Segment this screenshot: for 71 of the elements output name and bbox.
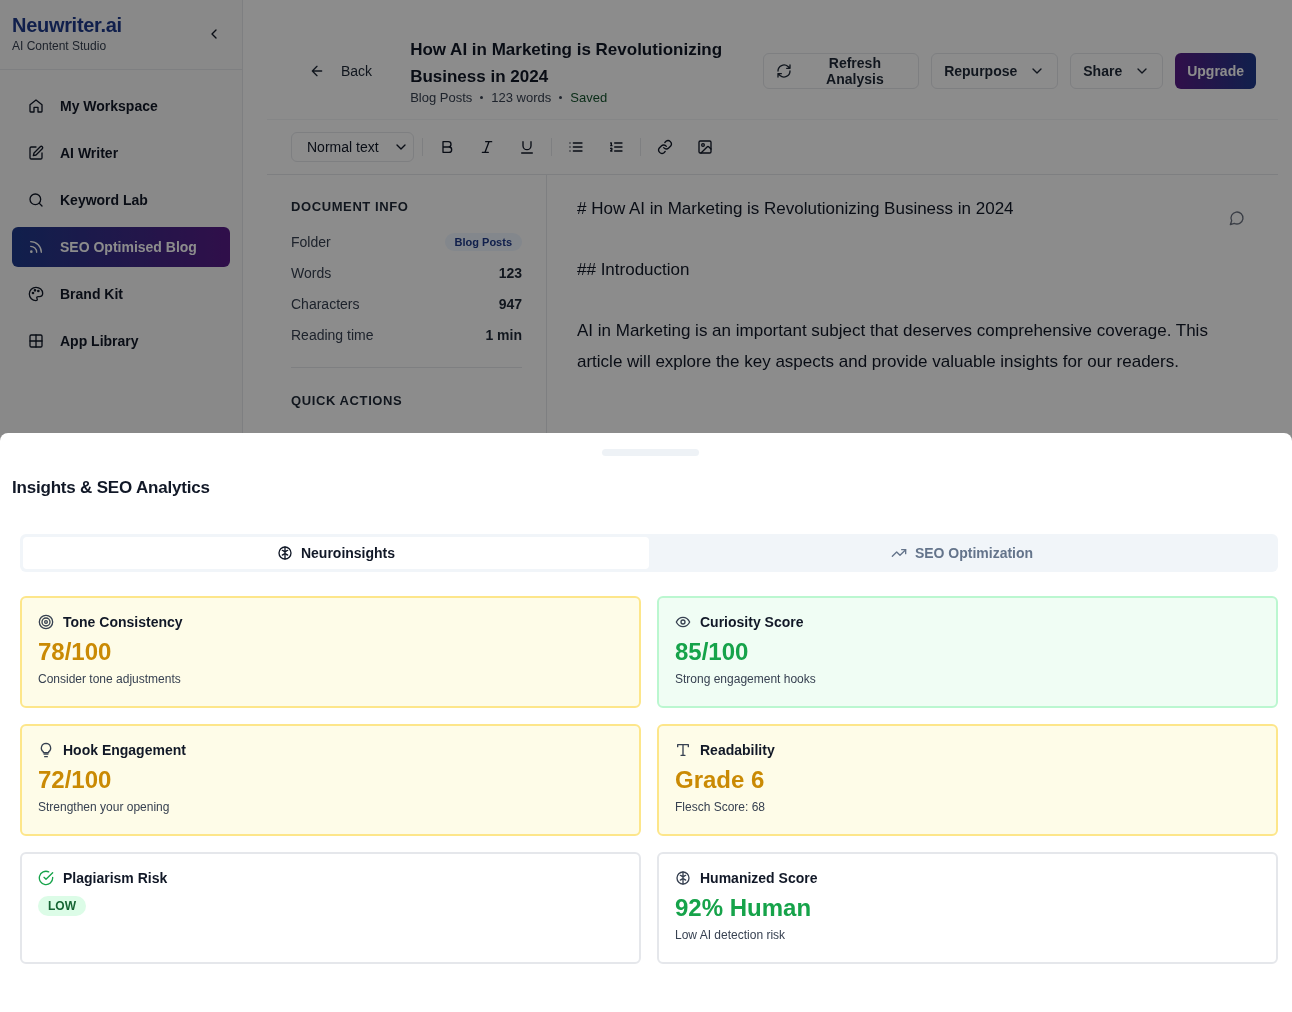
speech-bubble-icon	[1229, 210, 1245, 226]
brand-tagline: AI Content Studio	[12, 39, 108, 53]
palette-icon	[28, 286, 44, 302]
info-label: Folder	[291, 233, 331, 250]
tab[interactable]: Neuroinsights	[23, 537, 649, 569]
card-title: Hook Engagement	[63, 742, 186, 758]
section-heading: QUICK ACTIONS	[291, 393, 404, 408]
score-value: 92% Human	[675, 894, 813, 922]
tab[interactable]: SEO Optimization	[649, 537, 1275, 569]
home-icon	[28, 98, 44, 114]
target-icon	[38, 614, 54, 630]
card-title: Readability	[700, 742, 775, 758]
dropdown-button[interactable]: Repurpose	[931, 52, 1059, 89]
card-note: Consider tone adjustments	[38, 672, 182, 686]
card-note: Strengthen your opening	[38, 800, 171, 814]
link-icon[interactable]	[656, 139, 673, 155]
info-label: Words	[291, 264, 332, 281]
brain-icon	[675, 870, 691, 886]
dropdown-button[interactable]: Share	[1070, 52, 1164, 89]
sidebar-item[interactable]: SEO Optimised Blog	[12, 227, 230, 267]
refresh-button[interactable]: Refresh Analysis	[762, 52, 920, 89]
editor-text: AI in Marketing is an important subject that deserves comprehensive coverage. This article will explore the key aspects and provide valuable insights for our readers.	[577, 320, 1209, 373]
sidebar-item[interactable]: Brand Kit	[12, 274, 230, 314]
grid-icon	[28, 333, 44, 349]
score-value: Grade 6	[675, 766, 766, 794]
info-value: 947	[498, 295, 522, 312]
sidebar-item[interactable]: AI Writer	[12, 133, 230, 173]
brain-icon	[276, 545, 293, 561]
eye-icon	[675, 614, 691, 630]
card-note: Flesch Score: 68	[675, 800, 767, 814]
document-title: How AI in Marketing is Revolutionizing Business in 2024	[410, 39, 724, 88]
sidebar-item[interactable]: App Library	[12, 321, 230, 361]
check-circle-icon	[38, 870, 54, 886]
bullet-list-icon[interactable]	[567, 139, 584, 155]
card-note: Low AI detection risk	[675, 928, 787, 942]
card-title: Tone Consistency	[63, 614, 183, 630]
info-label: Characters	[291, 295, 360, 312]
score-value: 78/100	[38, 638, 113, 666]
card-title: Humanized Score	[700, 870, 818, 886]
card-title: Curiosity Score	[700, 614, 804, 630]
brand-logo: Neuwriter.ai	[12, 14, 122, 37]
info-value: 123	[498, 264, 522, 281]
format-dropdown[interactable]: Normal text	[291, 132, 414, 162]
image-icon[interactable]	[696, 139, 713, 155]
refresh-icon	[775, 62, 792, 79]
lightbulb-icon	[38, 742, 54, 758]
document-meta: Blog Posts	[410, 90, 473, 105]
search-icon	[28, 192, 44, 208]
score-value: 72/100	[38, 766, 113, 794]
info-value: 1 min	[485, 326, 522, 343]
sidebar-item[interactable]: My Workspace	[12, 86, 230, 126]
editor-text: # How AI in Marketing is Revolutionizing Business in 2024	[577, 198, 1015, 220]
editor-text: ## Introduction	[577, 259, 691, 281]
edit-icon	[28, 145, 44, 161]
info-label: Reading time	[291, 326, 374, 343]
score-value: 85/100	[675, 638, 750, 666]
card-title: Plagiarism Risk	[63, 870, 168, 886]
card-note: Strong engagement hooks	[675, 672, 817, 686]
document-meta: 123 words	[491, 90, 552, 105]
folder-tag: Blog Posts	[444, 232, 522, 251]
text-icon	[675, 742, 691, 758]
underline-icon[interactable]	[518, 139, 535, 155]
upgrade-button[interactable]: Upgrade	[1175, 52, 1256, 89]
back-button[interactable]: Back	[309, 62, 373, 79]
sidebar-item[interactable]: Keyword Lab	[12, 180, 230, 220]
numbered-list-icon[interactable]	[607, 139, 624, 155]
panel-title: Insights & SEO Analytics	[12, 478, 211, 498]
rss-icon	[28, 239, 44, 255]
section-heading: DOCUMENT INFO	[291, 199, 410, 214]
risk-badge: LOW	[38, 896, 86, 916]
save-status: Saved	[570, 90, 608, 105]
